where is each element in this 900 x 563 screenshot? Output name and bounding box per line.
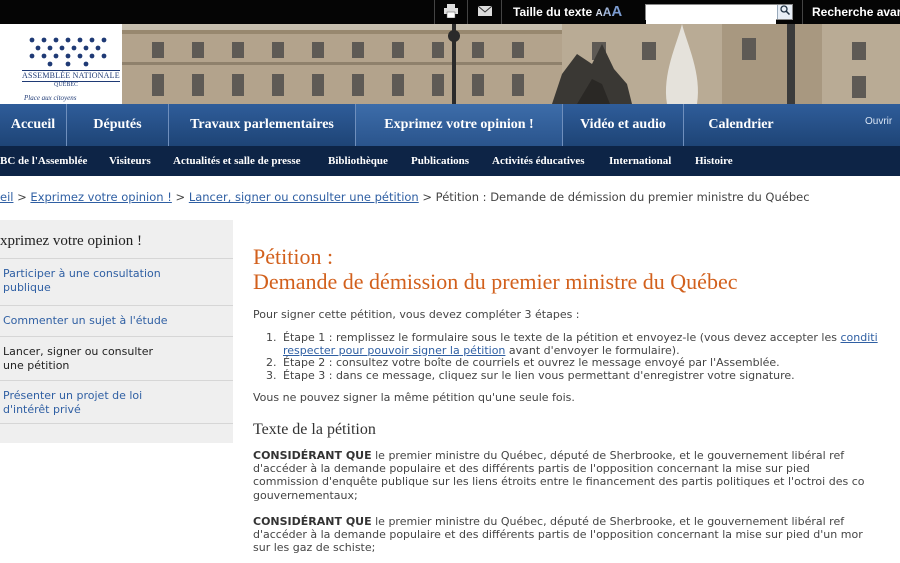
nav-calendrier[interactable]: Calendrier	[684, 104, 798, 146]
step-number: 3.	[266, 368, 277, 382]
considerant-label: CONSIDÉRANT QUE	[253, 515, 372, 528]
petition-paragraph: CONSIDÉRANT QUE le premier ministre du Q…	[253, 515, 863, 555]
toolbar-divider	[802, 0, 803, 24]
subnav-international[interactable]: International	[609, 146, 671, 176]
nav-deputes[interactable]: Députés	[67, 104, 168, 146]
printer-icon[interactable]	[442, 4, 460, 20]
sidebar-item-projet-de-loi-prive[interactable]: Présenter un projet de loi d'intérêt priv…	[0, 380, 233, 424]
subnav-histoire[interactable]: Histoire	[695, 146, 733, 176]
text-size-small-button[interactable]: A	[595, 8, 602, 19]
sidebar-title: xprimez votre opinion !	[0, 233, 143, 249]
breadcrumb-exprimez-votre-opinion[interactable]: Exprimez votre opinion !	[30, 190, 171, 204]
open-menu-link[interactable]: Ouvrir	[865, 116, 892, 127]
breadcrumb-separator: >	[175, 190, 186, 204]
step-number: 1.	[266, 331, 277, 344]
toolbar-divider	[434, 0, 435, 24]
subnav-visiteurs[interactable]: Visiteurs	[109, 146, 151, 176]
petition-paragraph: CONSIDÉRANT QUE le premier ministre du Q…	[253, 449, 865, 502]
main-content: Pétition : Demande de démission du premi…	[253, 244, 900, 554]
breadcrumb-current: Pétition : Demande de démission du premi…	[435, 190, 810, 204]
sidebar-item-label: Participer à une consultation publique	[3, 267, 161, 294]
text-size-control: Taille du texte AAA	[513, 4, 622, 22]
breadcrumb: eil > Exprimez votre opinion ! > Lancer,…	[0, 189, 900, 205]
conditions-link-continued[interactable]: respecter pour pouvoir signer la pétitio…	[283, 344, 505, 357]
conditions-link[interactable]: conditi	[841, 331, 878, 344]
logo-subtitle: QUÉBEC	[54, 82, 78, 88]
text-size-large-button[interactable]: A	[611, 3, 622, 20]
subnav-actualites[interactable]: Actualités et salle de presse	[173, 146, 301, 176]
secondary-navigation: BC de l'Assemblée Visiteurs Actualités e…	[0, 146, 900, 176]
subnav-activites-educatives[interactable]: Activités éducatives	[492, 146, 585, 176]
sidebar-item-consultation-publique[interactable]: Participer à une consultation publique	[0, 258, 233, 305]
nav-accueil[interactable]: Accueil	[0, 104, 66, 146]
breadcrumb-separator: >	[17, 190, 27, 204]
petition-text-heading: Texte de la pétition	[253, 421, 376, 438]
nav-exprimez-votre-opinion[interactable]: Exprimez votre opinion !	[356, 104, 562, 146]
sidebar-item-lancer-signer-petition[interactable]: Lancer, signer ou consulter une pétition	[0, 336, 233, 381]
magnifier-icon[interactable]	[777, 5, 792, 19]
site-banner: ASSEMBLÉE NATIONALE QUÉBEC Place aux cit…	[0, 24, 900, 104]
subnav-bibliotheque[interactable]: Bibliothèque	[328, 146, 388, 176]
page-title: Pétition : Demande de démission du premi…	[253, 244, 900, 294]
considerant-label: CONSIDÉRANT QUE	[253, 449, 372, 462]
envelope-icon[interactable]	[476, 4, 494, 20]
single-signature-notice: Vous ne pouvez signer la même pétition q…	[253, 391, 575, 404]
parliament-building-photo	[122, 24, 900, 104]
toolbar-divider	[467, 0, 468, 24]
subnav-publications[interactable]: Publications	[411, 146, 469, 176]
sidebar-item-label: Présenter un projet de loi d'intérêt priv…	[3, 389, 143, 416]
top-toolbar: Taille du texte AAA Recherche avar	[0, 0, 900, 25]
step-text: Étape 3 : dans ce message, cliquez sur l…	[283, 368, 795, 382]
logo-name: ASSEMBLÉE NATIONALE	[22, 70, 120, 82]
sidebar-item-commenter-sujet[interactable]: Commenter un sujet à l'étude	[0, 305, 233, 336]
toolbar-divider	[501, 0, 502, 24]
breadcrumb-home[interactable]: eil	[0, 190, 13, 204]
step-text: Étape 2 : consultez votre boîte de courr…	[283, 356, 780, 369]
sidebar: xprimez votre opinion ! Participer à une…	[0, 220, 233, 443]
breadcrumb-separator: >	[422, 190, 433, 204]
fleur-de-lis-emblem	[29, 37, 107, 67]
search-box	[645, 4, 793, 25]
page-title-line1: Pétition :	[253, 244, 334, 269]
advanced-search-link[interactable]: Recherche avar	[812, 4, 900, 20]
sidebar-item-label: Lancer, signer ou consulter une pétition	[3, 345, 154, 372]
page-title-line2: Demande de démission du premier ministre…	[253, 269, 738, 294]
sidebar-item-label: Commenter un sujet à l'étude	[3, 314, 168, 327]
search-input[interactable]	[646, 10, 776, 25]
assemblee-nationale-logo[interactable]: ASSEMBLÉE NATIONALE QUÉBEC Place aux cit…	[18, 34, 120, 102]
intro-text: Pour signer cette pétition, vous devez c…	[253, 308, 580, 321]
nav-travaux-parlementaires[interactable]: Travaux parlementaires	[169, 104, 355, 146]
nav-video-audio[interactable]: Vidéo et audio	[563, 104, 683, 146]
subnav-abc-assemblee[interactable]: BC de l'Assemblée	[0, 146, 87, 176]
main-navigation: Accueil Députés Travaux parlementaires E…	[0, 104, 900, 146]
step-number: 2.	[266, 356, 277, 369]
breadcrumb-petitions[interactable]: Lancer, signer ou consulter une pétition	[189, 190, 419, 204]
text-size-label: Taille du texte	[513, 5, 593, 19]
logo-tagline: Place aux citoyens	[24, 94, 77, 102]
